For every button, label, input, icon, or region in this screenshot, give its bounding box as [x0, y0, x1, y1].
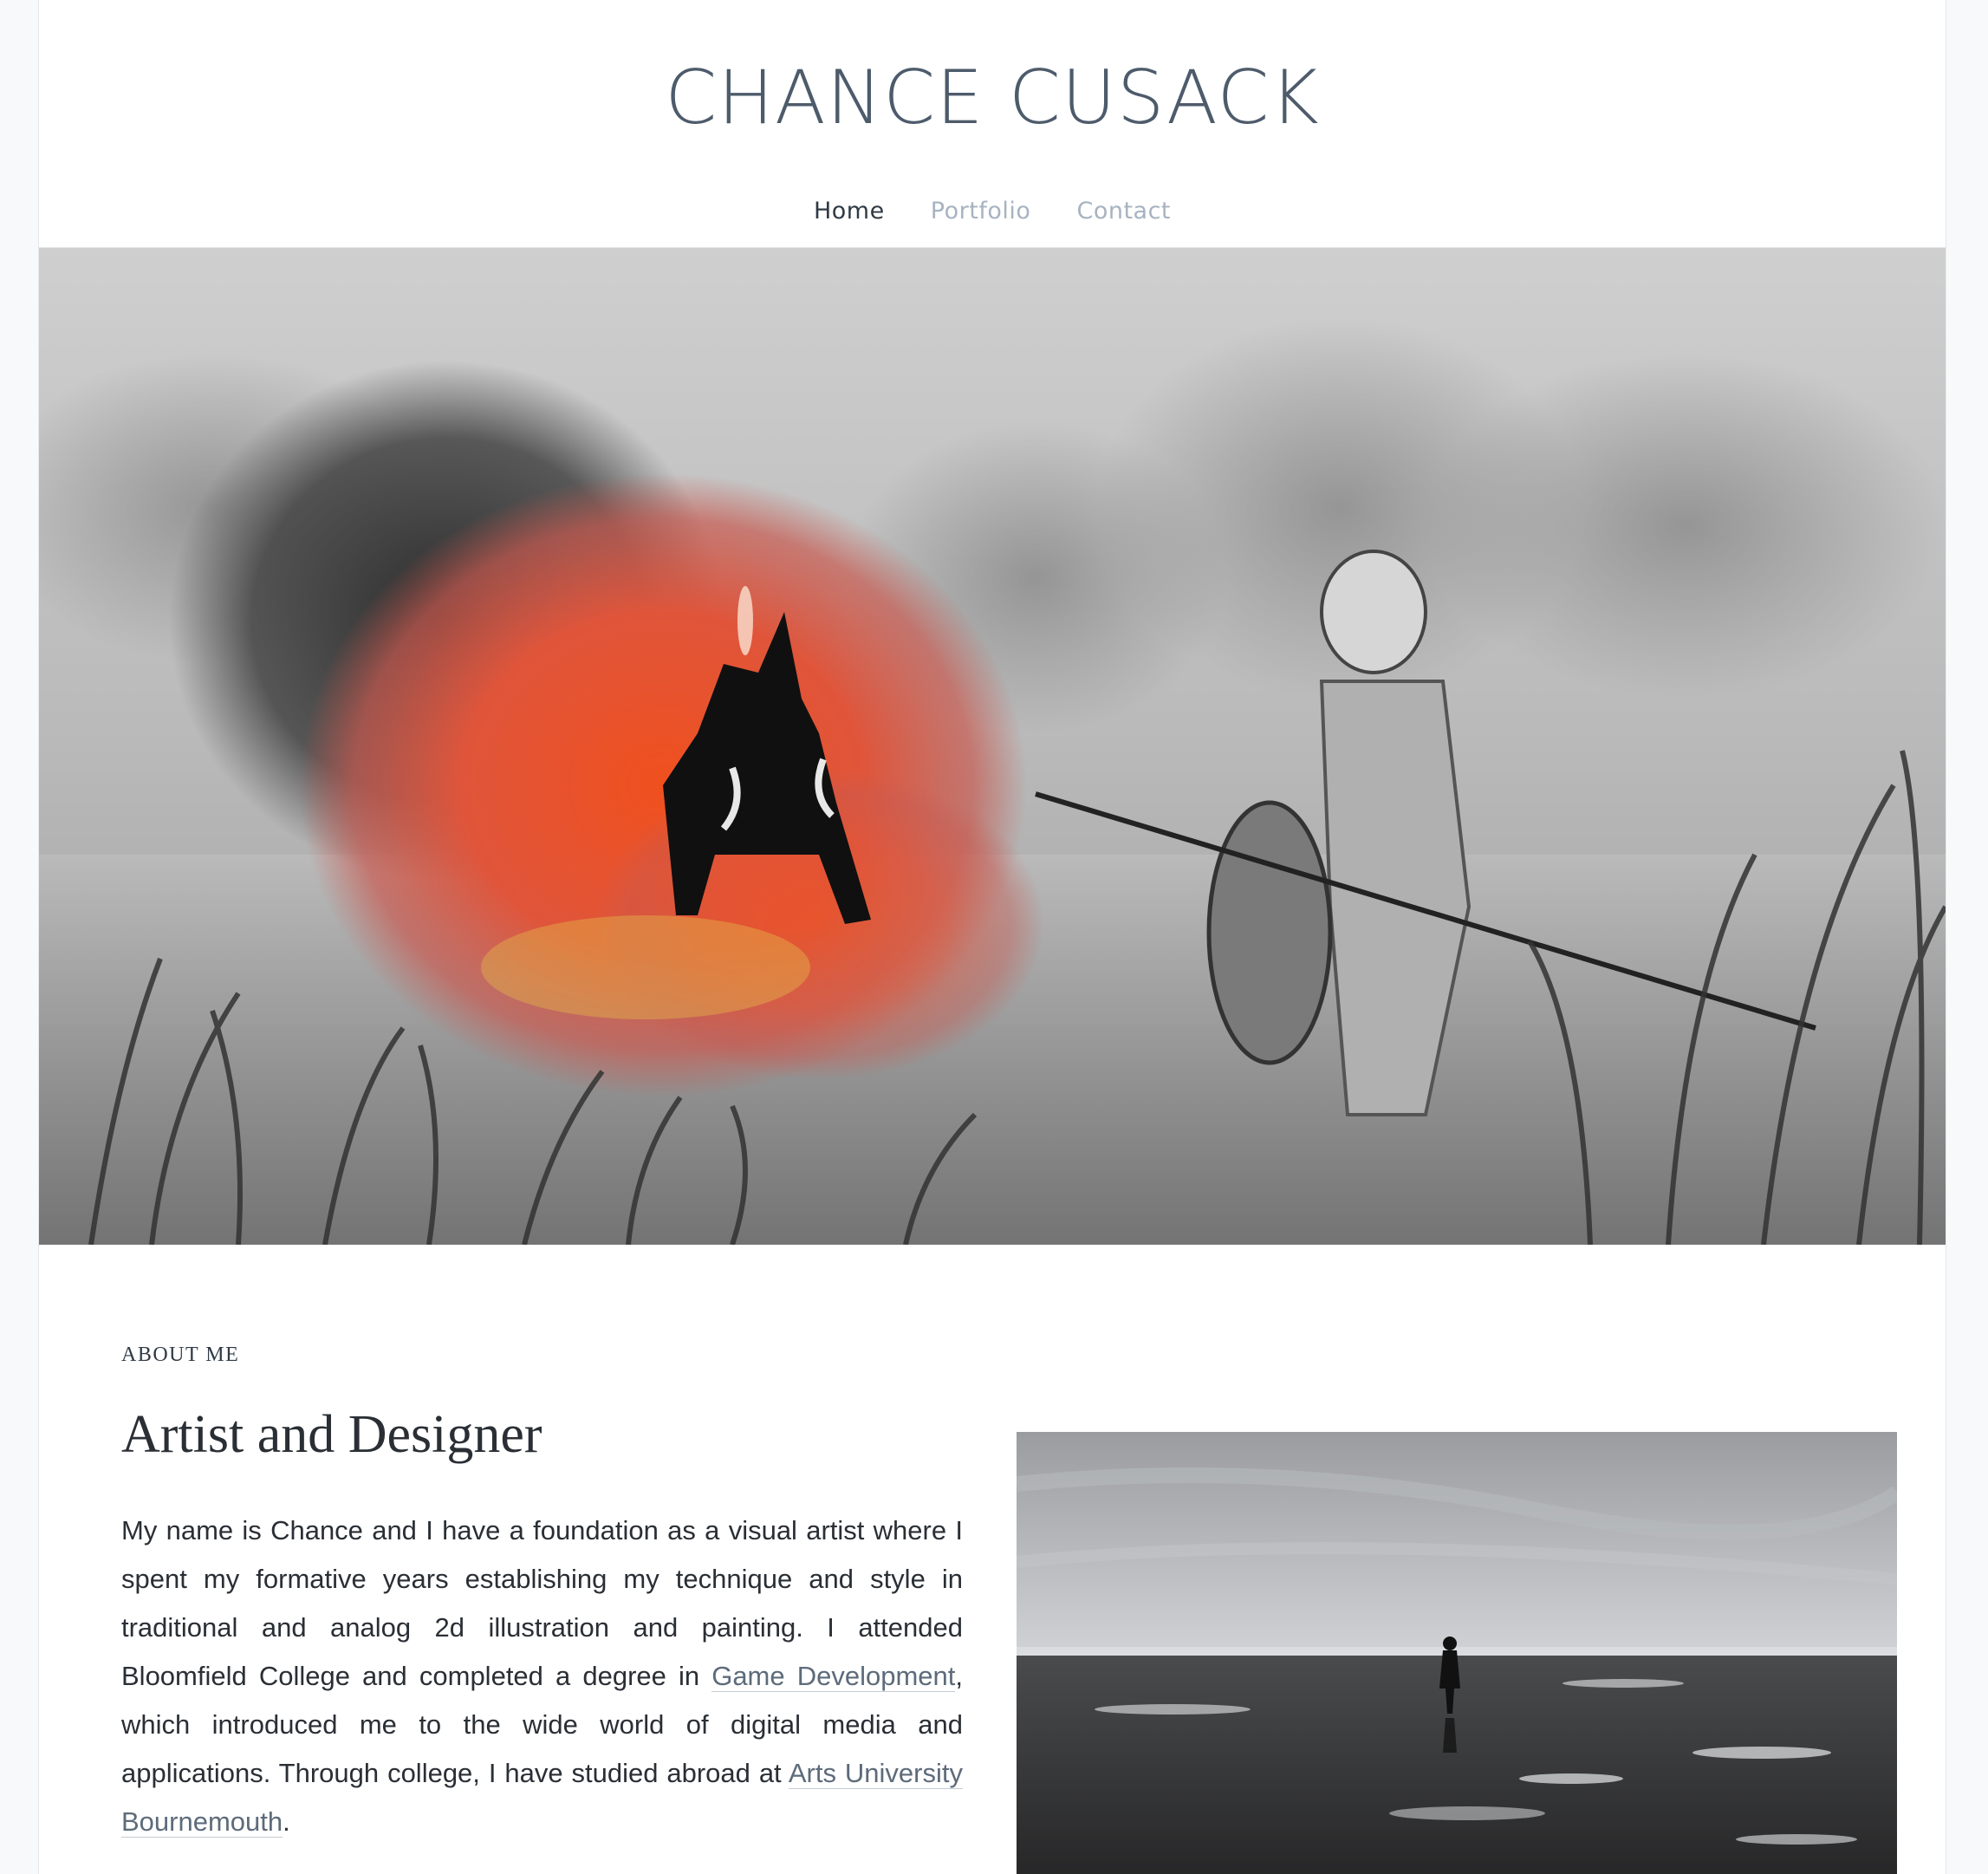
- site-title[interactable]: CHANCE CUSACK: [39, 54, 1946, 143]
- beach-photo-image: [1017, 1432, 1897, 1874]
- nav-contact[interactable]: Contact: [1076, 198, 1171, 224]
- section-label: ABOUT ME: [121, 1344, 240, 1366]
- nav-home[interactable]: Home: [814, 198, 885, 224]
- hero-illustration: [39, 248, 1946, 1245]
- game-development-link[interactable]: Game Development: [711, 1661, 956, 1692]
- main-nav: Home Portfolio Contact: [39, 198, 1946, 224]
- about-paragraph: My name is Chance and I have a foundatio…: [121, 1506, 963, 1846]
- hero-image: [39, 247, 1946, 1245]
- about-text-part3: .: [283, 1806, 290, 1837]
- page: CHANCE CUSACK Home Portfolio Contact ABO…: [38, 0, 1946, 1874]
- nav-portfolio[interactable]: Portfolio: [931, 198, 1031, 224]
- beach-photo: [1017, 1432, 1897, 1874]
- about-heading: Artist and Designer: [121, 1405, 542, 1464]
